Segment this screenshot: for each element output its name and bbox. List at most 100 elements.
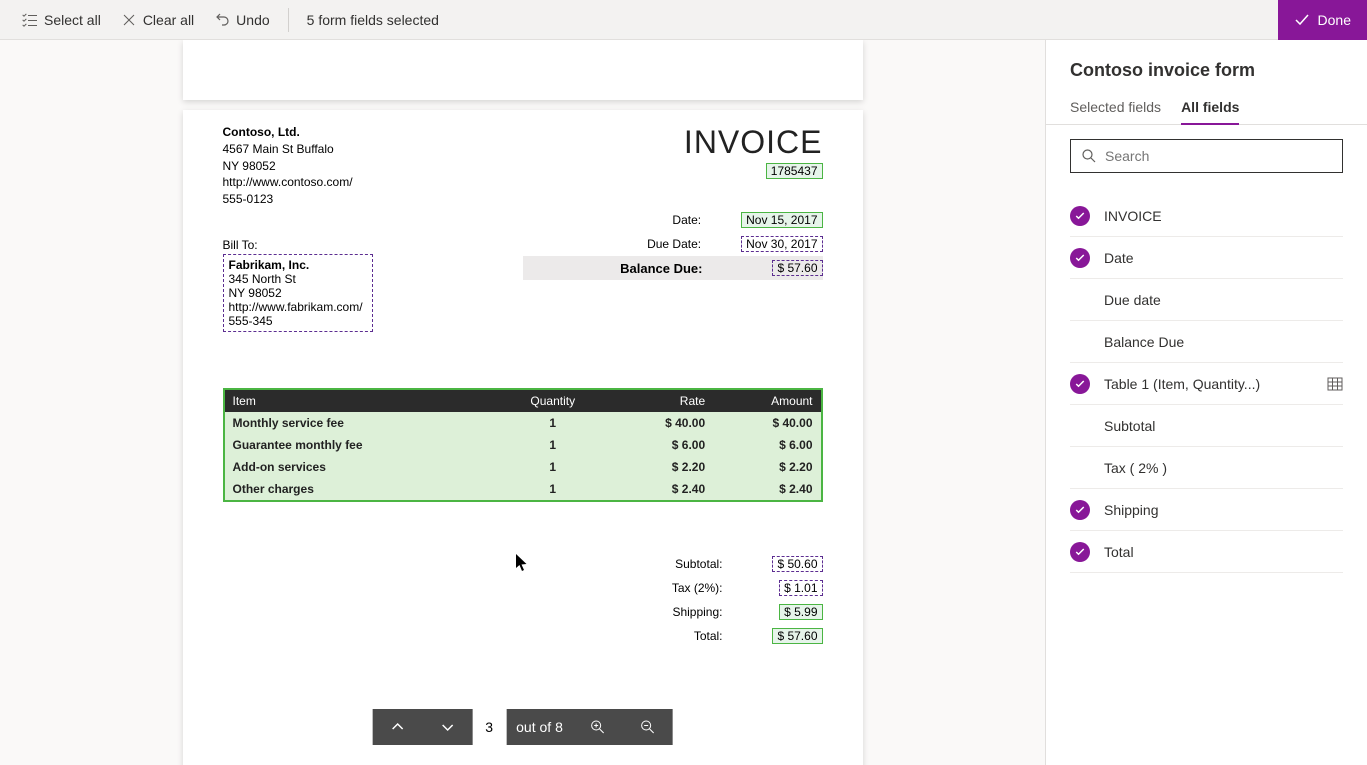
due-date-field[interactable]: Nov 30, 2017: [741, 236, 822, 252]
invoice-title: INVOICE: [684, 124, 823, 161]
cell-amount: $ 40.00: [713, 412, 821, 434]
field-item[interactable]: Total: [1070, 531, 1343, 573]
date-label: Date:: [523, 213, 702, 227]
page-total: out of 8: [506, 709, 573, 745]
billto-city: NY 98052: [229, 286, 367, 300]
x-icon: [121, 12, 137, 28]
check-circle-icon: [1070, 374, 1090, 394]
toolbar-divider: [288, 8, 289, 32]
page-navigator: out of 8: [372, 709, 673, 745]
col-amount: Amount: [713, 389, 821, 412]
selection-status: 5 form fields selected: [297, 12, 449, 28]
page-input[interactable]: [472, 709, 506, 745]
field-label: Shipping: [1104, 502, 1343, 518]
col-qty: Quantity: [496, 389, 609, 412]
invoice-document: Contoso, Ltd. 4567 Main St Buffalo NY 98…: [183, 110, 863, 765]
field-item[interactable]: Table 1 (Item, Quantity...): [1070, 363, 1343, 405]
field-item[interactable]: Balance Due: [1070, 321, 1343, 363]
undo-icon: [214, 12, 230, 28]
field-label: Subtotal: [1104, 418, 1343, 434]
zoom-in-button[interactable]: [573, 709, 623, 745]
cell-qty: 1: [496, 478, 609, 501]
col-item: Item: [224, 389, 497, 412]
field-label: Total: [1104, 544, 1343, 560]
cell-rate: $ 2.20: [609, 456, 713, 478]
cell-qty: 1: [496, 456, 609, 478]
prev-page-button[interactable]: [372, 709, 422, 745]
subtotal-label: Subtotal:: [223, 557, 723, 571]
field-item[interactable]: Tax ( 2% ): [1070, 447, 1343, 489]
billto-url: http://www.fabrikam.com/: [229, 300, 367, 314]
previous-page-sliver: [183, 40, 863, 100]
company-block: Contoso, Ltd. 4567 Main St Buffalo NY 98…: [223, 124, 353, 208]
field-label: Balance Due: [1104, 334, 1343, 350]
zoom-in-icon: [590, 719, 606, 735]
next-page-button[interactable]: [422, 709, 472, 745]
table-row: Other charges 1 $ 2.40 $ 2.40: [224, 478, 822, 501]
search-box[interactable]: [1070, 139, 1343, 173]
total-field[interactable]: $ 57.60: [772, 628, 822, 644]
clear-all-button[interactable]: Clear all: [111, 0, 204, 39]
tab-selected-fields[interactable]: Selected fields: [1070, 99, 1161, 124]
company-phone: 555-0123: [223, 191, 353, 208]
table-row: Add-on services 1 $ 2.20 $ 2.20: [224, 456, 822, 478]
cell-rate: $ 6.00: [609, 434, 713, 456]
table-row: Guarantee monthly fee 1 $ 6.00 $ 6.00: [224, 434, 822, 456]
shipping-label: Shipping:: [223, 605, 723, 619]
panel-title: Contoso invoice form: [1046, 60, 1367, 99]
field-label: Table 1 (Item, Quantity...): [1104, 376, 1313, 392]
table-icon: [1327, 376, 1343, 392]
done-button[interactable]: Done: [1278, 0, 1367, 40]
date-field[interactable]: Nov 15, 2017: [741, 212, 822, 228]
cell-qty: 1: [496, 412, 609, 434]
chevron-up-icon: [389, 719, 405, 735]
check-circle-icon: [1070, 248, 1090, 268]
balance-due-label: Balance Due:: [523, 261, 703, 276]
billto-field[interactable]: Fabrikam, Inc. 345 North St NY 98052 htt…: [223, 254, 373, 332]
zoom-out-icon: [640, 719, 656, 735]
col-rate: Rate: [609, 389, 713, 412]
cell-item: Add-on services: [224, 456, 497, 478]
field-item[interactable]: Due date: [1070, 279, 1343, 321]
zoom-out-button[interactable]: [623, 709, 673, 745]
top-toolbar: Select all Clear all Undo 5 form fields …: [0, 0, 1367, 40]
list-check-icon: [22, 12, 38, 28]
total-label: Total:: [223, 629, 723, 643]
cell-rate: $ 2.40: [609, 478, 713, 501]
field-label: Date: [1104, 250, 1343, 266]
check-circle-icon: [1070, 542, 1090, 562]
tab-all-fields[interactable]: All fields: [1181, 99, 1239, 125]
field-label: Tax ( 2% ): [1104, 460, 1343, 476]
cell-item: Monthly service fee: [224, 412, 497, 434]
line-items-table[interactable]: Item Quantity Rate Amount Monthly servic…: [223, 388, 823, 502]
cell-rate: $ 40.00: [609, 412, 713, 434]
check-circle-icon: [1070, 500, 1090, 520]
billto-phone: 555-345: [229, 314, 367, 328]
tax-field[interactable]: $ 1.01: [779, 580, 822, 596]
undo-button[interactable]: Undo: [204, 0, 279, 39]
billto-street: 345 North St: [229, 272, 367, 286]
field-item[interactable]: INVOICE: [1070, 195, 1343, 237]
company-city: NY 98052: [223, 158, 353, 175]
balance-due-field[interactable]: $ 57.60: [772, 260, 822, 276]
field-item[interactable]: Subtotal: [1070, 405, 1343, 447]
field-item[interactable]: Date: [1070, 237, 1343, 279]
undo-label: Undo: [236, 12, 269, 28]
shipping-field[interactable]: $ 5.99: [779, 604, 822, 620]
cell-amount: $ 2.20: [713, 456, 821, 478]
cell-item: Guarantee monthly fee: [224, 434, 497, 456]
check-icon: [1294, 12, 1310, 28]
fields-panel: Contoso invoice form Selected fields All…: [1045, 40, 1367, 765]
document-canvas: Contoso, Ltd. 4567 Main St Buffalo NY 98…: [0, 40, 1045, 765]
select-all-label: Select all: [44, 12, 101, 28]
company-street: 4567 Main St Buffalo: [223, 141, 353, 158]
field-item[interactable]: Shipping: [1070, 489, 1343, 531]
subtotal-field[interactable]: $ 50.60: [772, 556, 822, 572]
invoice-number-field[interactable]: 1785437: [766, 163, 823, 179]
search-input[interactable]: [1105, 148, 1332, 164]
check-circle-icon: [1070, 206, 1090, 226]
clear-all-label: Clear all: [143, 12, 194, 28]
cell-item: Other charges: [224, 478, 497, 501]
select-all-button[interactable]: Select all: [12, 0, 111, 39]
company-url: http://www.contoso.com/: [223, 174, 353, 191]
